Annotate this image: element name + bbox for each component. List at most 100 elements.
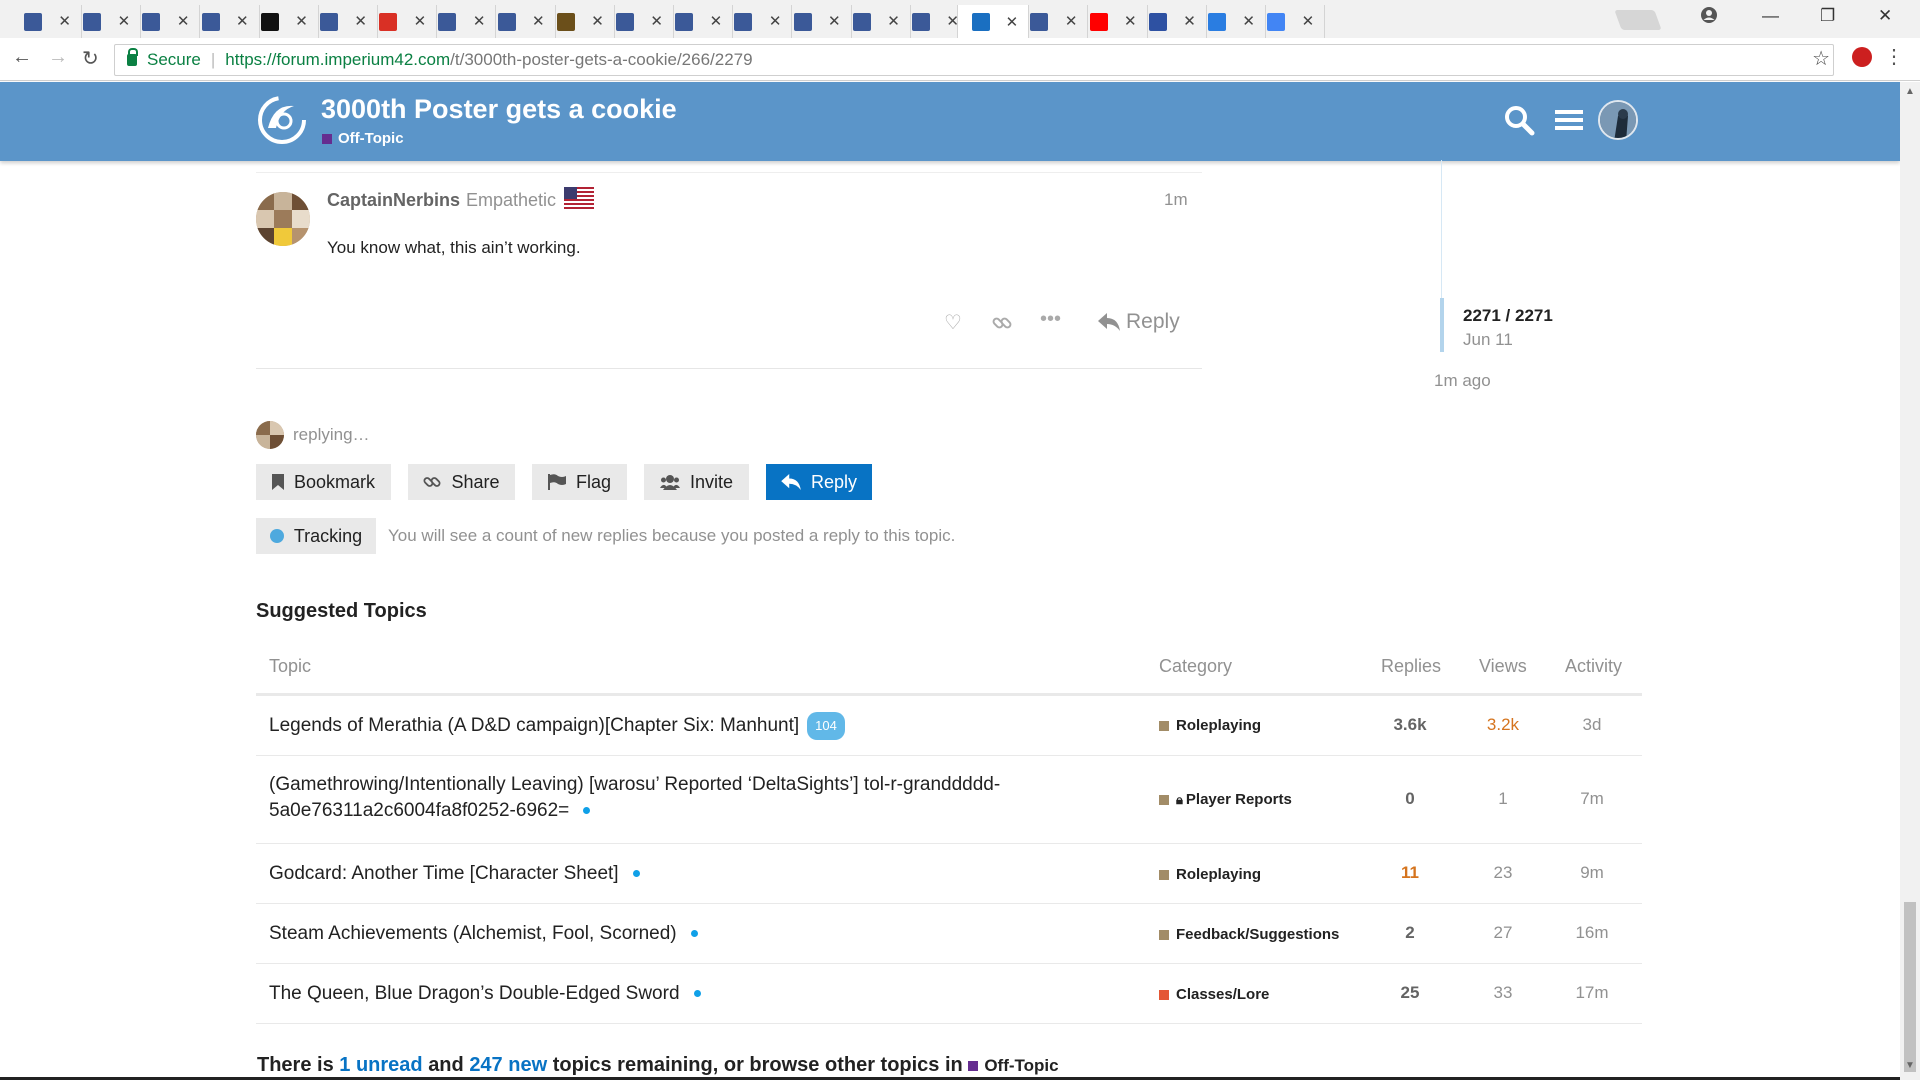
category-color-square [1159,794,1169,805]
topic-category[interactable]: Off-Topic [322,130,404,147]
flag-icon [547,474,566,490]
forum-header: 3000th Poster gets a cookie Off-Topic [0,82,1900,161]
bookmark-label: Bookmark [293,471,376,492]
post-reply-label: Reply [1126,310,1180,333]
topic-category-badge[interactable]: Roleplaying [1159,717,1261,734]
timeline-track [1441,160,1442,300]
forward-icon[interactable]: → [48,46,68,69]
restore-icon[interactable]: ❐ [1820,6,1835,26]
post-reply-button[interactable]: Reply [1098,310,1180,334]
row-divider [256,963,1642,964]
bookmark-star-icon[interactable]: ☆ [1812,46,1830,71]
hamburger-menu-icon[interactable] [1555,104,1583,136]
column-header-activity[interactable]: Activity [1565,656,1622,677]
topic-activity[interactable]: 3d [1557,715,1627,735]
topic-activity[interactable]: 17m [1557,983,1627,1003]
column-header-replies[interactable]: Replies [1381,656,1441,677]
browser-toolbar: ← → ↻ Secure | https://forum.imperium42.… [0,38,1920,81]
topics-remaining-line: There is 1 unread and 247 new topics rem… [257,1054,1059,1077]
page-scrollbar[interactable]: ▲ ▼ [1900,82,1920,1080]
more-actions-icon[interactable]: ••• [1040,308,1061,331]
unread-topics-link[interactable]: 1 unread [339,1054,422,1076]
extension-icon[interactable] [1852,47,1872,67]
topic-category-badge[interactable]: Roleplaying [1159,866,1261,883]
current-user-avatar[interactable] [1598,100,1638,140]
row-divider [256,843,1642,844]
reply-button[interactable]: Reply [766,464,872,500]
forum-favicon-icon [912,12,930,31]
forum-favicon-icon [320,12,338,31]
bookmark-button[interactable]: Bookmark [256,464,391,500]
back-icon[interactable]: ← [12,46,32,69]
reply-arrow-icon [1098,313,1120,331]
row-divider [256,1023,1642,1024]
post-age[interactable]: 1m [1164,190,1188,210]
column-header-topic: Topic [269,656,312,676]
account-icon[interactable] [1700,6,1718,29]
footer-category-link[interactable]: Off-Topic [968,1056,1059,1076]
topic-category-badge[interactable]: Classes/Lore [1159,986,1269,1003]
reply-label: Reply [810,471,858,492]
window-close-icon[interactable]: ✕ [1878,6,1892,26]
link-icon[interactable] [992,313,1012,333]
unread-count-badge[interactable]: 104 [807,712,845,740]
topic-views: 33 [1493,983,1513,1002]
topic-row-title[interactable]: Legends of Merathia (A D&D campaign)[Cha… [269,712,1069,740]
topic-row-title[interactable]: (Gamethrowing/Intentionally Leaving) [wa… [269,772,1069,824]
topic-link[interactable]: Godcard: Another Time [Character Sheet] [269,863,619,884]
url-path: /t/3000th-poster-gets-a-cookie/266/2279 [450,50,753,69]
suggested-topics-heading: Suggested Topics [256,600,427,622]
site-logo-icon[interactable] [254,94,310,146]
scroll-down-icon[interactable]: ▼ [1905,1060,1915,1071]
tab-close-icon[interactable]: ✕ [1302,14,1315,29]
timeline-last-activity[interactable]: 1m ago [1434,371,1491,391]
topic-row-title[interactable]: Steam Achievements (Alchemist, Fool, Sco… [269,921,1069,947]
topic-activity[interactable]: 7m [1557,789,1627,809]
row-divider [256,903,1642,904]
invite-button[interactable]: Invite [644,464,749,500]
share-button[interactable]: Share [408,464,515,500]
scroll-up-icon[interactable]: ▲ [1905,86,1915,97]
reload-icon[interactable]: ↻ [82,46,99,71]
topic-link-continued[interactable]: 5a0e76311a2c6004fa8f0252-6962= [269,800,569,821]
topic-link[interactable]: Steam Achievements (Alchemist, Fool, Sco… [269,923,677,944]
topic-category-badge[interactable]: 🔒︎ Player Reports [1159,791,1292,808]
topic-activity[interactable]: 16m [1557,923,1627,943]
new-topics-link[interactable]: 247 new [469,1054,547,1076]
google-favicon-icon [1267,12,1286,31]
youtube-favicon-icon [1089,12,1108,31]
notification-tracking-button[interactable]: Tracking [256,518,376,554]
forum-favicon-icon [1030,12,1049,31]
browser-menu-icon[interactable]: ⋮ [1884,44,1904,69]
like-heart-icon[interactable]: ♡ [944,310,962,335]
minimize-icon[interactable]: — [1762,6,1779,26]
column-header-views[interactable]: Views [1479,656,1527,677]
timeline-date: Jun 11 [1463,330,1513,349]
topic-row-title[interactable]: Godcard: Another Time [Character Sheet] [269,861,1069,887]
browser-tab[interactable]: ✕ [1253,5,1326,38]
category-color-square [1159,869,1169,880]
forum-favicon-icon [83,12,102,31]
forum-favicon-icon [793,12,812,31]
category-name: Feedback/Suggestions [1176,926,1340,943]
topic-category-badge[interactable]: Feedback/Suggestions [1159,926,1339,943]
search-icon[interactable] [1503,104,1535,136]
post-body: You know what, this ain’t working. [327,238,581,257]
topic-row-title[interactable]: The Queen, Blue Dragon’s Double-Edged Sw… [269,981,1069,1007]
new-tab-button[interactable] [1614,10,1662,30]
timeline-handle[interactable] [1440,298,1444,352]
topic-link[interactable]: The Queen, Blue Dragon’s Double-Edged Sw… [269,983,680,1004]
poster-avatar[interactable] [256,192,310,246]
scrollbar-thumb[interactable] [1904,902,1916,1072]
topic-replies: 25 [1400,983,1420,1002]
forum-favicon-icon [201,12,220,31]
topic-link[interactable]: (Gamethrowing/Intentionally Leaving) [wa… [269,774,1000,795]
flag-label: Flag [575,471,611,492]
topic-title[interactable]: 3000th Poster gets a cookie [321,94,677,125]
address-bar[interactable]: Secure | https://forum.imperium42.com /t… [114,44,1834,76]
topic-activity[interactable]: 9m [1557,863,1627,883]
topic-link[interactable]: Legends of Merathia (A D&D campaign)[Cha… [269,715,799,736]
poster-username[interactable]: CaptainNerbins [327,190,460,211]
tracking-label: Tracking [293,525,363,546]
flag-button[interactable]: Flag [532,464,627,500]
